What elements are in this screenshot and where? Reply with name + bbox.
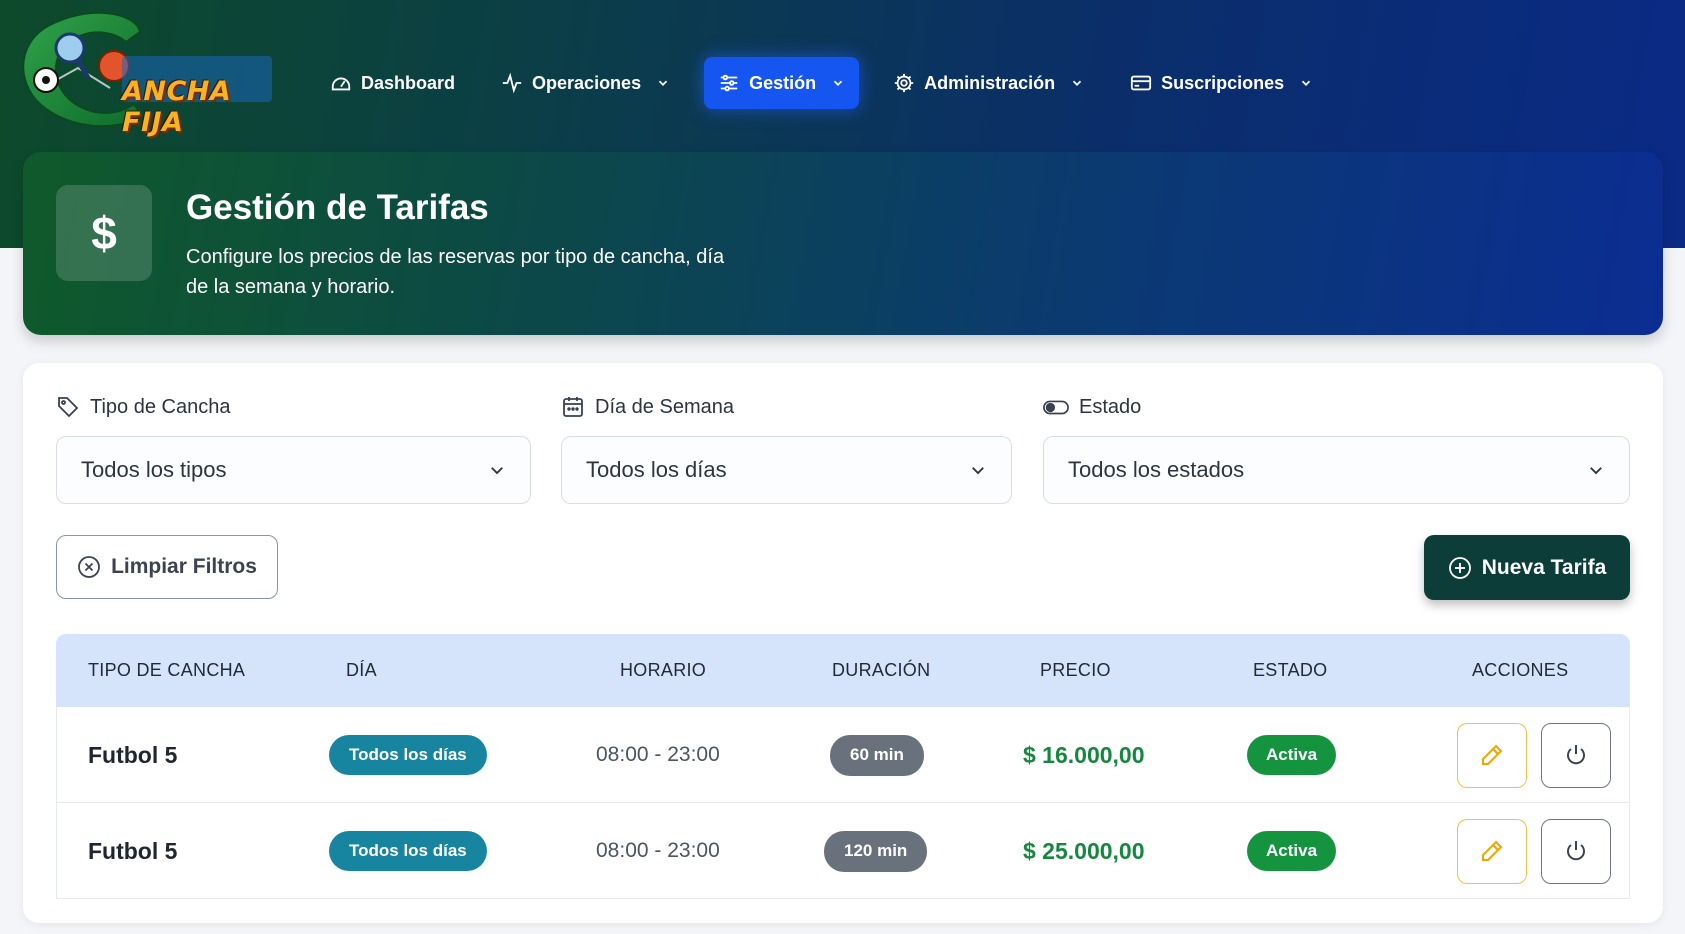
chevron-down-icon xyxy=(1302,80,1311,86)
main-nav: Dashboard Operaciones Gestión Administra… xyxy=(318,57,1347,109)
weekday-select[interactable]: Todos los días xyxy=(561,436,1012,504)
toggle-status-button[interactable] xyxy=(1541,722,1611,788)
duration-cell: 60 min xyxy=(830,707,924,803)
toggle-status-button[interactable] xyxy=(1541,818,1611,884)
filter-status-text: Estado xyxy=(1079,395,1142,418)
column-header-status: ESTADO xyxy=(1253,660,1328,680)
new-rate-label: Nueva Tarifa xyxy=(1481,555,1607,579)
filter-weekday-text: Día de Semana xyxy=(595,395,734,418)
chevron-down-icon xyxy=(1073,80,1082,86)
column-header-court-type: TIPO DE CANCHA xyxy=(88,660,246,680)
schedule-cell: 08:00 - 23:00 xyxy=(596,839,720,862)
table-header: TIPO DE CANCHA DÍA HORARIO DURACIÓN PREC… xyxy=(56,634,1630,707)
filter-weekday-label: Día de Semana xyxy=(561,393,1012,421)
nav-item-operaciones[interactable]: Operaciones xyxy=(489,57,682,109)
edit-button[interactable] xyxy=(1457,722,1527,788)
credit-card-icon xyxy=(1131,75,1152,91)
court-type-cell: Futbol 5 xyxy=(88,741,178,768)
table-row: Futbol 5 Todos los días 08:00 - 23:00 12… xyxy=(56,803,1630,899)
nav-item-dashboard[interactable]: Dashboard xyxy=(318,57,467,109)
chevron-down-icon xyxy=(491,467,503,475)
plus-circle-icon xyxy=(1448,556,1471,579)
status-select-value: Todos los estados xyxy=(1068,457,1245,482)
status-cell: Activa xyxy=(1247,707,1337,803)
filter-court-type-text: Tipo de Cancha xyxy=(90,395,231,418)
chevron-down-icon xyxy=(658,80,668,86)
status-badge: Activa xyxy=(1247,735,1337,775)
power-icon xyxy=(1567,841,1585,861)
duration-cell: 120 min xyxy=(824,803,928,899)
dashboard-icon xyxy=(331,77,351,91)
status-badge: Activa xyxy=(1247,831,1337,871)
filter-status: Estado Todos los estados xyxy=(1043,393,1630,504)
nav-item-suscripciones[interactable]: Suscripciones xyxy=(1118,57,1325,109)
schedule-cell: 08:00 - 23:00 xyxy=(596,743,720,766)
table-row: Futbol 5 Todos los días 08:00 - 23:00 60… xyxy=(56,707,1630,803)
price-cell: $ 25.000,00 xyxy=(1023,837,1145,864)
actions-cell xyxy=(1457,707,1611,803)
logo-text: ANCHA FIJA xyxy=(122,76,232,138)
dollar-icon: $ xyxy=(56,185,152,281)
chevron-down-icon xyxy=(833,80,843,86)
actions-cell xyxy=(1457,803,1611,899)
status-select[interactable]: Todos los estados xyxy=(1043,436,1630,504)
filter-weekday: Día de Semana Todos los días xyxy=(561,393,1012,504)
filter-court-type: Tipo de Cancha Todos los tipos xyxy=(56,393,531,504)
gear-icon xyxy=(894,73,914,93)
filter-status-label: Estado xyxy=(1043,393,1630,421)
page-header-banner: $ Gestión de Tarifas Configure los preci… xyxy=(23,152,1663,335)
close-circle-icon xyxy=(78,556,100,578)
power-icon xyxy=(1567,745,1585,765)
nav-label-dashboard: Dashboard xyxy=(361,72,456,93)
nav-label-suscripciones: Suscripciones xyxy=(1161,72,1285,93)
day-cell: Todos los días xyxy=(329,803,487,899)
chevron-down-icon xyxy=(1590,467,1602,475)
column-header-schedule: HORARIO xyxy=(620,660,707,680)
court-type-cell: Futbol 5 xyxy=(88,837,178,864)
duration-badge: 60 min xyxy=(830,734,924,776)
rates-table: TIPO DE CANCHA DÍA HORARIO DURACIÓN PREC… xyxy=(56,634,1630,899)
app-logo[interactable]: ANCHA FIJA xyxy=(18,8,280,138)
chevron-down-icon xyxy=(972,467,984,475)
nav-item-administracion[interactable]: Administración xyxy=(881,57,1096,109)
column-header-day: DÍA xyxy=(346,660,377,680)
sliders-icon xyxy=(720,74,738,92)
page-description: Configure los precios de las reservas po… xyxy=(186,246,725,298)
column-header-price: PRECIO xyxy=(1040,660,1111,680)
clear-filters-label: Limpiar Filtros xyxy=(111,555,257,578)
clear-filters-button[interactable]: Limpiar Filtros xyxy=(56,535,278,599)
column-header-duration: DURACIÓN xyxy=(832,660,931,680)
toggle-icon xyxy=(1043,400,1069,415)
day-badge: Todos los días xyxy=(329,735,487,775)
price-cell: $ 16.000,00 xyxy=(1023,741,1145,768)
weekday-select-value: Todos los días xyxy=(586,457,727,482)
court-type-select[interactable]: Todos los tipos xyxy=(56,436,531,504)
nav-label-administracion: Administración xyxy=(924,72,1056,93)
new-rate-button[interactable]: Nueva Tarifa xyxy=(1424,535,1630,600)
activity-icon xyxy=(502,72,522,94)
rates-card: Tipo de Cancha Todos los tipos Día de Se… xyxy=(23,363,1663,923)
pencil-icon xyxy=(1482,840,1503,861)
duration-badge: 120 min xyxy=(824,830,928,872)
filter-court-type-label: Tipo de Cancha xyxy=(56,393,531,421)
nav-label-operaciones: Operaciones xyxy=(532,72,642,93)
status-cell: Activa xyxy=(1247,803,1337,899)
tag-icon xyxy=(58,397,79,418)
navbar: ANCHA FIJA Dashboard Operaciones Gestión xyxy=(0,0,1685,150)
pencil-icon xyxy=(1482,744,1503,765)
column-header-actions: ACCIONES xyxy=(1472,660,1569,680)
page-title: Gestión de Tarifas xyxy=(186,188,489,227)
nav-item-gestion[interactable]: Gestión xyxy=(704,57,860,109)
edit-button[interactable] xyxy=(1457,818,1527,884)
day-cell: Todos los días xyxy=(329,707,487,803)
court-type-select-value: Todos los tipos xyxy=(81,457,227,482)
day-badge: Todos los días xyxy=(329,831,487,871)
nav-label-gestion: Gestión xyxy=(749,72,817,93)
calendar-icon xyxy=(563,397,583,417)
